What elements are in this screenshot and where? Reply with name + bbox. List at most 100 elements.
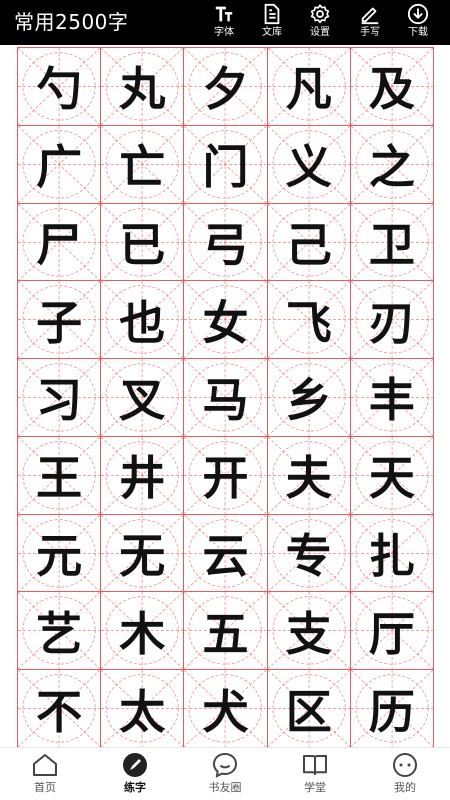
- grid-cell[interactable]: 飞: [267, 281, 351, 360]
- nav-home[interactable]: 首页: [0, 752, 90, 800]
- practice-character: 勺: [36, 62, 83, 117]
- grid-cell[interactable]: 犬: [184, 670, 268, 748]
- grid-cell[interactable]: 开: [184, 436, 268, 515]
- practice-character: 门: [202, 140, 249, 195]
- handwrite-button[interactable]: 手写: [348, 2, 392, 44]
- practice-character: 叉: [119, 373, 166, 428]
- grid-cell[interactable]: 弓: [184, 203, 268, 282]
- grid-cell[interactable]: 习: [18, 359, 102, 437]
- grid-cell[interactable]: 丸: [101, 48, 185, 126]
- practice-character: 已: [119, 217, 166, 272]
- character-grid: 勺丸夕凡及广亡门义之尸已弓己卫子也女飞刃习叉马乡丰王井开夫天元无云专扎艺木五支厅…: [17, 47, 434, 748]
- nav-profile[interactable]: 我的: [360, 752, 450, 800]
- download-label: 下载: [408, 27, 428, 38]
- practice-character: 支: [285, 606, 332, 661]
- grid-cell[interactable]: 叉: [101, 359, 185, 437]
- grid-cell[interactable]: 及: [350, 48, 434, 126]
- practice-character: 犬: [202, 684, 249, 739]
- grid-cell[interactable]: 尸: [18, 203, 102, 282]
- grid-cell[interactable]: 马: [184, 359, 268, 437]
- grid-cell[interactable]: 广: [18, 125, 102, 204]
- practice-character: 尸: [36, 217, 83, 272]
- practice-character: 无: [119, 529, 166, 584]
- grid-cell[interactable]: 天: [350, 436, 434, 515]
- grid-cell[interactable]: 已: [101, 203, 185, 282]
- library-button[interactable]: 文库: [250, 2, 294, 44]
- profile-icon: [393, 753, 417, 777]
- practice-character: 开: [202, 451, 249, 506]
- practice-character: 区: [285, 684, 332, 739]
- practice-character: 井: [119, 451, 166, 506]
- grid-cell[interactable]: 元: [18, 514, 102, 593]
- book-icon: [303, 755, 327, 775]
- practice-character: 丸: [119, 62, 166, 117]
- grid-cell[interactable]: 勺: [18, 48, 102, 126]
- nav-practice[interactable]: 练字: [90, 752, 180, 800]
- grid-cell[interactable]: 井: [101, 436, 185, 515]
- nav-practice-label: 练字: [124, 781, 146, 794]
- grid-cell[interactable]: 刃: [350, 281, 434, 360]
- grid-cell[interactable]: 乡: [267, 359, 351, 437]
- practice-character: 丰: [368, 373, 415, 428]
- practice-character: 刃: [368, 295, 415, 350]
- practice-character: 及: [368, 62, 415, 117]
- practice-character: 艺: [36, 606, 83, 661]
- nav-community[interactable]: 书友圈: [180, 752, 270, 800]
- grid-cell[interactable]: 云: [184, 514, 268, 593]
- settings-label: 设置: [310, 27, 330, 38]
- grid-cell[interactable]: 凡: [267, 48, 351, 126]
- grid-cell[interactable]: 子: [18, 281, 102, 360]
- practice-character: 木: [119, 606, 166, 661]
- nav-community-label: 书友圈: [208, 781, 242, 794]
- top-bar: 常用2500字 字体 文库 设置 手写 下载: [0, 0, 450, 45]
- document-icon: [264, 3, 280, 25]
- grid-cell[interactable]: 王: [18, 436, 102, 515]
- grid-cell[interactable]: 扎: [350, 514, 434, 593]
- grid-cell[interactable]: 厅: [350, 592, 434, 671]
- pen-icon: [361, 7, 379, 25]
- grid-cell[interactable]: 亡: [101, 125, 185, 204]
- practice-character: 习: [36, 373, 83, 428]
- gear-icon: [310, 4, 330, 24]
- grid-cell[interactable]: 五: [184, 592, 268, 671]
- grid-cell[interactable]: 太: [101, 670, 185, 748]
- grid-cell[interactable]: 义: [267, 125, 351, 204]
- chat-icon: [212, 752, 238, 778]
- nav-school[interactable]: 学堂: [270, 752, 360, 800]
- practice-character: 历: [368, 684, 415, 739]
- nav-home-label: 首页: [34, 781, 56, 794]
- grid-cell[interactable]: 木: [101, 592, 185, 671]
- grid-cell[interactable]: 夫: [267, 436, 351, 515]
- practice-character: 专: [285, 529, 332, 584]
- grid-cell[interactable]: 专: [267, 514, 351, 593]
- practice-character: 弓: [202, 217, 249, 272]
- download-button[interactable]: 下载: [396, 2, 440, 44]
- practice-character: 凡: [285, 62, 332, 117]
- grid-cell[interactable]: 之: [350, 125, 434, 204]
- nav-profile-label: 我的: [394, 781, 416, 794]
- grid-cell[interactable]: 女: [184, 281, 268, 360]
- grid-cell[interactable]: 己: [267, 203, 351, 282]
- grid-cell[interactable]: 丰: [350, 359, 434, 437]
- grid-cell[interactable]: 也: [101, 281, 185, 360]
- grid-cell[interactable]: 历: [350, 670, 434, 748]
- practice-character: 广: [36, 140, 83, 195]
- handwrite-label: 手写: [360, 27, 380, 38]
- grid-cell[interactable]: 区: [267, 670, 351, 748]
- grid-cell[interactable]: 卫: [350, 203, 434, 282]
- grid-cell[interactable]: 不: [18, 670, 102, 748]
- settings-button[interactable]: 设置: [298, 2, 342, 44]
- practice-character: 之: [368, 140, 415, 195]
- grid-cell[interactable]: 支: [267, 592, 351, 671]
- font-label: 字体: [214, 27, 234, 38]
- font-button[interactable]: 字体: [202, 2, 246, 44]
- practice-character: 五: [202, 606, 249, 661]
- page-title: 常用2500字: [14, 10, 129, 34]
- grid-cell[interactable]: 门: [184, 125, 268, 204]
- grid-cell[interactable]: 艺: [18, 592, 102, 671]
- practice-character: 扎: [368, 529, 415, 584]
- grid-cell[interactable]: 夕: [184, 48, 268, 126]
- library-label: 文库: [262, 27, 282, 38]
- practice-character: 厅: [368, 606, 415, 661]
- grid-cell[interactable]: 无: [101, 514, 185, 593]
